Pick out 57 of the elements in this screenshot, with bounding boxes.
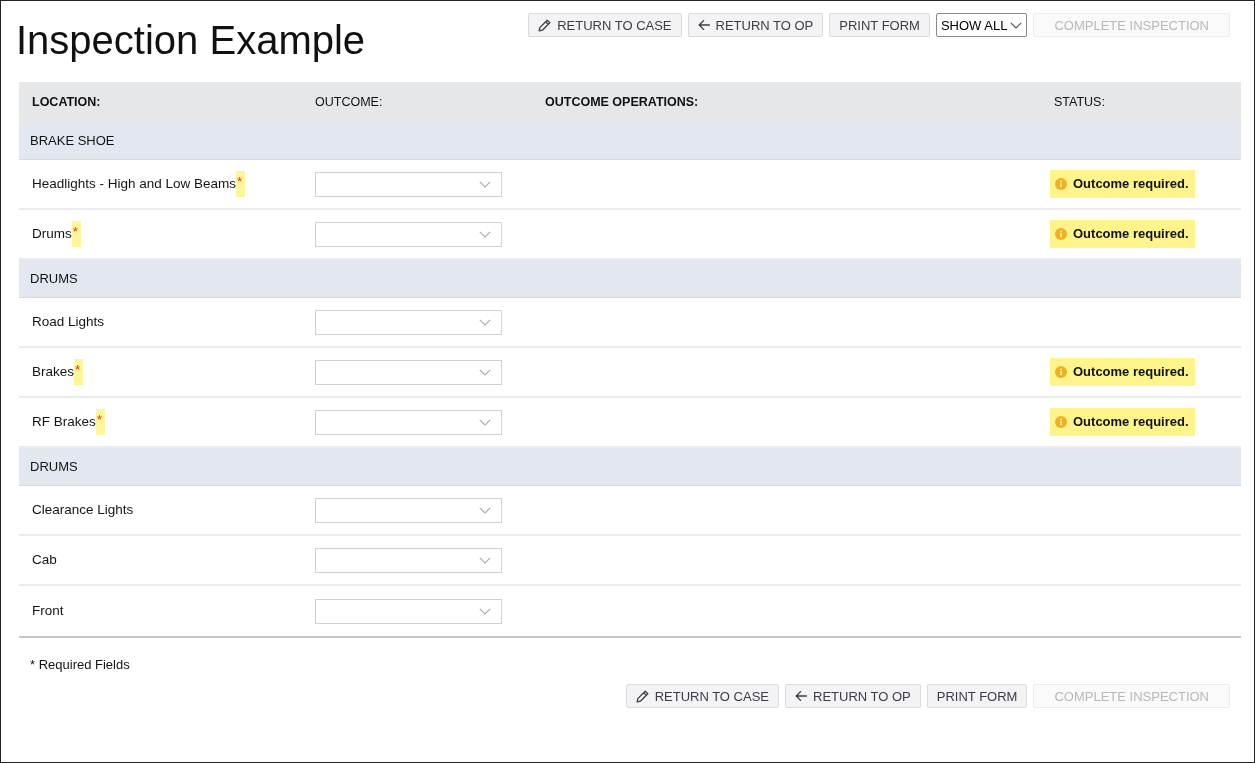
outcome-select[interactable] bbox=[315, 547, 502, 573]
column-header: OUTCOME OPERATIONS: bbox=[545, 94, 699, 109]
arrow-left-icon bbox=[795, 690, 807, 702]
location-label: Front bbox=[32, 601, 64, 620]
edit-button[interactable]: RETURN TO CASE bbox=[625, 684, 779, 708]
chevron-down-icon bbox=[479, 230, 491, 238]
chevron-down-icon bbox=[479, 556, 491, 564]
location-label: Road Lights bbox=[32, 312, 105, 331]
group-label: DRUMS bbox=[30, 269, 78, 288]
edit-button[interactable]: RETURN TO CASE bbox=[528, 13, 682, 37]
arrow-left-icon bbox=[697, 19, 710, 31]
chevron-down-icon bbox=[479, 418, 491, 426]
chevron-down-icon bbox=[479, 607, 491, 615]
info-icon bbox=[1055, 366, 1067, 378]
status-text: Outcome required. bbox=[1073, 225, 1189, 244]
info-icon bbox=[1055, 228, 1067, 240]
pencil-icon bbox=[635, 689, 649, 703]
action-button[interactable]: PRINT FORM bbox=[926, 684, 1028, 708]
location-label: Headlights - High and Low Beams bbox=[32, 174, 237, 193]
outcome-select[interactable] bbox=[315, 221, 502, 247]
info-icon bbox=[1055, 178, 1067, 190]
back-button[interactable]: RETURN TO OP bbox=[785, 684, 921, 708]
outcome-select[interactable] bbox=[315, 409, 502, 435]
required-marker: * bbox=[74, 359, 84, 385]
info-icon bbox=[1055, 416, 1067, 428]
pencil-icon bbox=[538, 18, 552, 32]
outcome-select[interactable] bbox=[315, 171, 502, 197]
column-header: LOCATION: bbox=[32, 94, 101, 109]
outcome-select[interactable] bbox=[315, 497, 502, 523]
required-marker: * bbox=[95, 409, 106, 435]
outcome-select[interactable] bbox=[315, 309, 502, 335]
group-label: DRUMS bbox=[30, 457, 78, 476]
chevron-down-icon bbox=[479, 318, 491, 326]
outcome-select[interactable] bbox=[315, 598, 502, 624]
required-fields-note: * Required Fields bbox=[30, 656, 130, 674]
location-label: Cab bbox=[32, 550, 57, 569]
outcome-select[interactable] bbox=[315, 359, 502, 385]
location-label: Drums bbox=[32, 224, 72, 243]
required-marker: * bbox=[236, 171, 246, 197]
chevron-down-icon bbox=[479, 368, 491, 376]
chevron-down-icon bbox=[479, 506, 491, 514]
required-marker: * bbox=[71, 221, 81, 247]
chevron-down-icon bbox=[1010, 21, 1023, 29]
status-text: Outcome required. bbox=[1073, 413, 1189, 432]
location-label: Clearance Lights bbox=[32, 500, 134, 519]
group-label: BRAKE SHOE bbox=[30, 131, 115, 150]
filter-dropdown[interactable]: SHOW ALL bbox=[935, 13, 1028, 37]
location-label: RF Brakes bbox=[32, 412, 96, 431]
location-label: Brakes bbox=[32, 362, 75, 381]
status-text: Outcome required. bbox=[1073, 363, 1189, 382]
chevron-down-icon bbox=[479, 180, 491, 188]
status-text: Outcome required. bbox=[1073, 175, 1189, 194]
page-title: Inspection Example bbox=[16, 20, 366, 60]
action-button[interactable]: PRINT FORM bbox=[829, 13, 930, 37]
column-header: OUTCOME: bbox=[315, 94, 383, 109]
back-button[interactable]: RETURN TO OP bbox=[687, 13, 824, 37]
column-header: STATUS: bbox=[1054, 94, 1105, 109]
